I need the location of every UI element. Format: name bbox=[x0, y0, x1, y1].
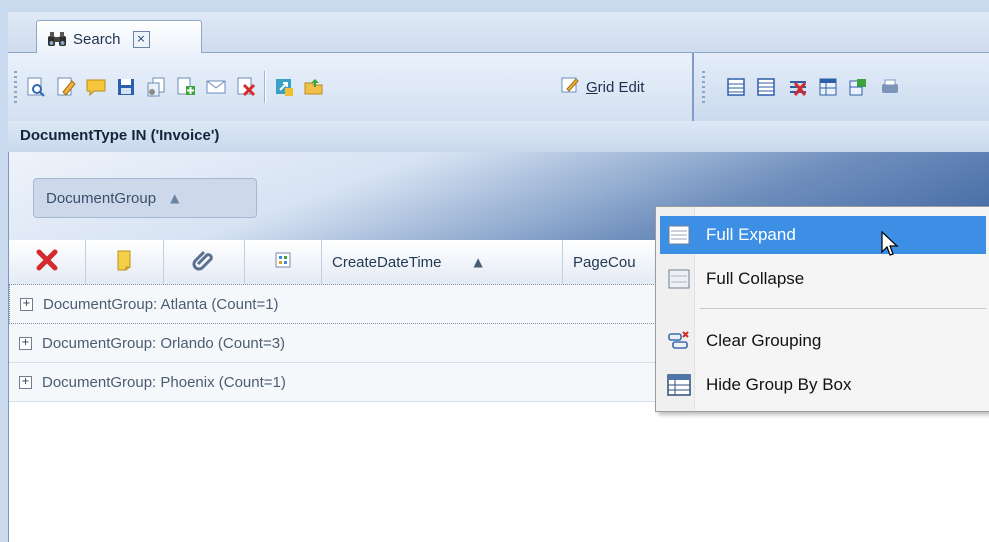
table-icon[interactable] bbox=[816, 75, 840, 99]
email-icon[interactable] bbox=[204, 75, 228, 99]
add-page-icon[interactable] bbox=[174, 75, 198, 99]
find-document-icon[interactable] bbox=[24, 75, 48, 99]
grid-edit-icon bbox=[560, 75, 580, 99]
menu-item-clear-grouping[interactable]: Clear Grouping bbox=[660, 322, 986, 360]
remove-columns-icon[interactable] bbox=[786, 75, 810, 99]
expand-icon[interactable]: + bbox=[19, 336, 32, 350]
toolbar-grip[interactable] bbox=[14, 71, 17, 103]
column-header-grid[interactable] bbox=[245, 240, 322, 284]
toolbar-grip-2[interactable] bbox=[702, 71, 705, 103]
delete-x-icon bbox=[35, 248, 59, 276]
grid-edit-accel: G bbox=[586, 78, 598, 96]
column-header-createdatetime[interactable]: CreateDateTime ▲ bbox=[322, 240, 563, 284]
delete-document-icon[interactable] bbox=[234, 75, 258, 99]
group-row-label: DocumentGroup: Atlanta (Count=1) bbox=[43, 295, 279, 313]
menu-item-label: Clear Grouping bbox=[706, 331, 822, 350]
group-by-chip-documentgroup[interactable]: DocumentGroup ▲ bbox=[33, 178, 257, 218]
group-row-label: DocumentGroup: Orlando (Count=3) bbox=[42, 334, 286, 352]
expand-icon[interactable]: + bbox=[19, 375, 32, 389]
toolbar: Grid Edit bbox=[8, 53, 989, 122]
copy-documents-icon[interactable] bbox=[144, 75, 168, 99]
menu-separator bbox=[700, 308, 986, 309]
menu-item-full-expand[interactable]: Full Expand bbox=[660, 216, 986, 254]
mouse-cursor-icon bbox=[880, 230, 900, 258]
attachment-icon bbox=[192, 248, 216, 276]
save-icon[interactable] bbox=[114, 75, 138, 99]
column-header-label: CreateDateTime bbox=[332, 253, 442, 271]
sort-ascending-icon: ▲ bbox=[170, 191, 180, 205]
comment-icon[interactable] bbox=[84, 75, 108, 99]
menu-item-hide-group-by-box[interactable]: Hide Group By Box bbox=[660, 366, 986, 404]
grid-edit-button[interactable]: Grid Edit bbox=[560, 73, 644, 101]
close-tab-icon[interactable]: × bbox=[132, 30, 150, 48]
column-header-label: PageCou bbox=[573, 253, 636, 271]
menu-item-label: Full Collapse bbox=[706, 269, 805, 288]
filter-bar: DocumentType IN ('Invoice') bbox=[8, 121, 989, 153]
print-icon[interactable] bbox=[878, 75, 902, 99]
tab-strip: Search × bbox=[8, 12, 989, 57]
tab-label: Search bbox=[73, 30, 121, 48]
hide-group-by-box-icon bbox=[664, 370, 694, 400]
group-by-chip-label: DocumentGroup bbox=[46, 189, 157, 207]
app-window: Search × Grid Edit DocumentType IN ('Inv… bbox=[0, 0, 989, 542]
full-expand-icon bbox=[664, 220, 694, 250]
full-collapse-icon bbox=[664, 264, 694, 294]
grid-icon bbox=[275, 252, 291, 272]
grid-edit-label: rid Edit bbox=[597, 78, 645, 96]
group-context-menu: Full Expand Full Collapse Clear Grouping… bbox=[655, 206, 989, 412]
layout-icon[interactable] bbox=[846, 75, 870, 99]
edit-document-icon[interactable] bbox=[54, 75, 78, 99]
sort-ascending-icon: ▲ bbox=[473, 255, 483, 269]
binoculars-icon bbox=[47, 30, 67, 48]
list-view-icon[interactable] bbox=[724, 75, 748, 99]
group-row-label: DocumentGroup: Phoenix (Count=1) bbox=[42, 373, 286, 391]
details-view-icon[interactable] bbox=[754, 75, 778, 99]
filter-expression: DocumentType IN ('Invoice') bbox=[20, 127, 220, 144]
menu-item-full-collapse[interactable]: Full Collapse bbox=[660, 260, 986, 298]
open-folder-icon[interactable] bbox=[302, 75, 326, 99]
column-header-attachment[interactable] bbox=[164, 240, 245, 284]
menu-item-label: Full Expand bbox=[706, 225, 796, 244]
column-header-delete[interactable] bbox=[9, 240, 86, 284]
clear-grouping-icon bbox=[664, 326, 694, 356]
expand-icon[interactable]: + bbox=[20, 297, 33, 311]
note-icon bbox=[113, 248, 137, 276]
toolbar-secondary bbox=[692, 53, 989, 121]
export-icon[interactable] bbox=[272, 75, 296, 99]
menu-item-label: Hide Group By Box bbox=[706, 375, 852, 394]
column-header-note[interactable] bbox=[86, 240, 164, 284]
tab-search[interactable]: Search × bbox=[36, 20, 202, 57]
